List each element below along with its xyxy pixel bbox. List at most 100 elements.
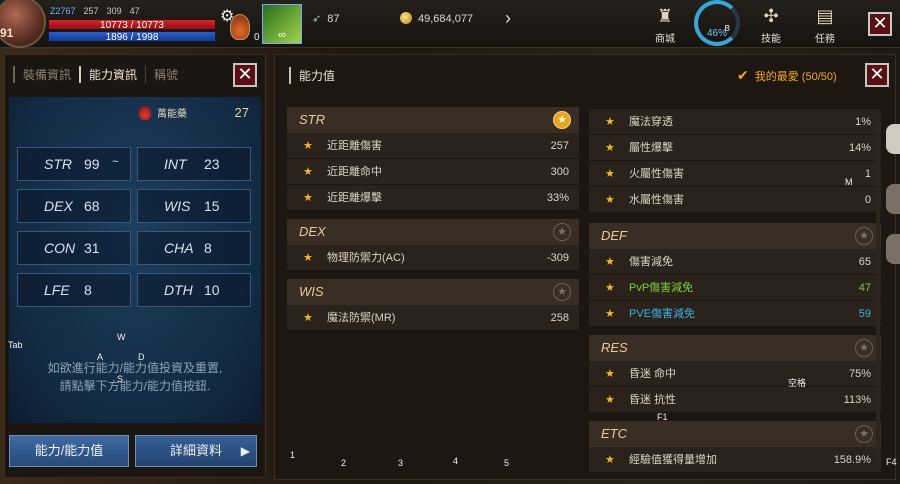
star-icon[interactable]: ★ — [605, 275, 615, 301]
stat-row: ★ 魔法穿透 1% — [589, 109, 881, 135]
detail-button[interactable]: 詳細資料 ▶ — [135, 435, 257, 467]
stat-key: CON — [44, 240, 76, 256]
star-icon[interactable]: ★ — [605, 447, 615, 473]
row-value: 59 — [858, 308, 871, 320]
stat-cha[interactable]: CHA 8 — [137, 231, 251, 265]
stat-str[interactable]: STR 99 ~ — [17, 147, 131, 181]
stat-int[interactable]: INT 23 — [137, 147, 251, 181]
star-icon[interactable]: ★ — [303, 305, 313, 331]
ability-button[interactable]: 能力/能力值 — [9, 435, 129, 467]
stat-row: ★ 經驗值獲得量增加 158.9% — [589, 447, 881, 473]
note-line2: 請點擊下方能力/能力值按鈕. — [59, 379, 211, 393]
side-tab[interactable] — [886, 234, 900, 264]
avatar[interactable] — [0, 0, 46, 48]
star-icon[interactable]: ★ — [605, 301, 615, 327]
stat-row: ★ 近距離傷害 257 — [287, 133, 579, 159]
menu-skill[interactable]: ✣ 技能 — [746, 0, 796, 48]
gold-value: 49,684,077 — [418, 13, 474, 25]
row-value: 75% — [848, 368, 871, 380]
star-icon[interactable]: ★ — [605, 135, 615, 161]
star-icon[interactable]: ★ — [553, 283, 571, 301]
menu-shop[interactable]: ♜ 商城 — [640, 0, 690, 48]
row-name: 經驗值獲得量增加 — [629, 454, 717, 466]
buff-icon[interactable]: ∞ — [262, 4, 302, 44]
star-icon[interactable]: ★ — [605, 187, 615, 213]
stat-dth[interactable]: DTH 10 — [137, 273, 251, 307]
bag-icon: ♜ — [656, 6, 674, 26]
character-panel: 裝備資訊 能力資訊 稱號 ✕ 萬能藥 27 STR 99 ~ INT 23 DE… — [4, 54, 266, 478]
menu-skill-label: 技能 — [761, 34, 781, 45]
exp-ring[interactable]: B 46% — [694, 0, 740, 46]
star-icon[interactable]: ★ — [303, 133, 313, 159]
stat-column-left: STR ★ ★ 近距離傷害 257 ★ 近距離命中 300 ★ 近距離爆擊 33% DEX ★ … — [287, 101, 579, 331]
star-icon[interactable]: ★ — [605, 387, 615, 413]
stat-row: ★ 物理防禦力(AC) -309 — [287, 245, 579, 271]
row-value: 1% — [855, 116, 871, 128]
star-icon[interactable]: ★ — [605, 361, 615, 387]
stat-value: 23 — [204, 156, 220, 172]
stat-lfe[interactable]: LFE 8 — [17, 273, 131, 307]
star-icon[interactable]: ★ — [553, 223, 571, 241]
key-hint-2: 2 — [341, 458, 347, 468]
star-icon[interactable]: ★ — [605, 249, 615, 275]
stat-row: ★ 昏迷 命中 75% — [589, 361, 881, 387]
tab-title[interactable]: 稱號 — [145, 65, 186, 83]
row-name: 屬性爆擊 — [629, 142, 673, 154]
buff-duration: ∞ — [278, 29, 286, 41]
stat-value: 68 — [84, 198, 100, 214]
detail-button-label: 詳細資料 — [169, 443, 222, 458]
stat2-value: 257 — [83, 6, 99, 16]
left-close-button[interactable]: ✕ — [233, 63, 257, 87]
menu-quest-label: 任務 — [815, 34, 835, 45]
star-icon[interactable]: ★ — [855, 339, 873, 357]
stat-row: ★ PVE傷害減免 59 — [589, 301, 881, 327]
hud-close-button[interactable]: ✕ — [868, 12, 892, 36]
row-name: 魔法穿透 — [629, 116, 673, 128]
key-hint-m: M — [845, 177, 853, 187]
stat-key: DTH — [164, 282, 193, 298]
row-value: 1 — [864, 168, 871, 180]
row-value: 300 — [550, 166, 569, 178]
tab-ability[interactable]: 能力資訊 — [79, 65, 145, 83]
right-close-button[interactable]: ✕ — [865, 63, 889, 87]
row-name: 物理防禦力(AC) — [327, 252, 405, 264]
stat4-value: 47 — [129, 6, 140, 16]
chevron-right-icon[interactable]: › — [505, 8, 511, 29]
star-icon[interactable]: ★ — [303, 245, 313, 271]
potion-icon[interactable] — [230, 14, 250, 40]
hp-bar: 10773 / 10773 — [48, 19, 216, 31]
row-value: 113% — [843, 394, 871, 406]
key-hint-f1: F1 — [657, 412, 668, 422]
star-icon[interactable]: ★ — [605, 161, 615, 187]
stat-key: INT — [164, 156, 187, 172]
side-tab[interactable] — [886, 124, 900, 154]
key-hint-w: W — [117, 332, 126, 342]
star-icon[interactable]: ★ — [855, 227, 873, 245]
row-value: 258 — [550, 312, 569, 324]
favorites-toggle[interactable]: ✔ 我的最愛 (50/50) — [737, 67, 837, 84]
section-etc: ETC ★ — [589, 421, 881, 447]
key-hint-f4: F4 — [886, 457, 897, 467]
star-icon[interactable]: ★ — [553, 111, 571, 129]
play-icon: ▶ — [240, 444, 250, 458]
tab-equipment[interactable]: 裝備資訊 — [13, 65, 79, 83]
stat1-value: Z2767 — [50, 6, 76, 16]
key-hint-tab: Tab — [8, 340, 23, 350]
star-icon[interactable]: ★ — [605, 109, 615, 135]
scrollbar[interactable] — [876, 119, 880, 459]
hud-stats: Z2767 257 309 47 — [50, 6, 140, 16]
star-icon[interactable]: ★ — [303, 159, 313, 185]
row-name: PvP傷害減免 — [629, 282, 694, 294]
stat-area: 萬能藥 27 STR 99 ~ INT 23 DEX 68 WIS 15 CON… — [9, 97, 261, 423]
stat-dex[interactable]: DEX 68 — [17, 189, 131, 223]
stat-wis[interactable]: WIS 15 — [137, 189, 251, 223]
side-tab[interactable] — [886, 184, 900, 214]
section-label: DEX — [299, 224, 326, 239]
stat-row: ★ 火屬性傷害 1 — [589, 161, 881, 187]
menu-quest[interactable]: ▤ 任務 — [800, 0, 850, 48]
star-icon[interactable]: ★ — [855, 425, 873, 443]
row-value: 33% — [546, 192, 569, 204]
star-icon[interactable]: ★ — [303, 185, 313, 211]
menu-shop-label: 商城 — [655, 34, 675, 45]
stat-con[interactable]: CON 31 — [17, 231, 131, 265]
